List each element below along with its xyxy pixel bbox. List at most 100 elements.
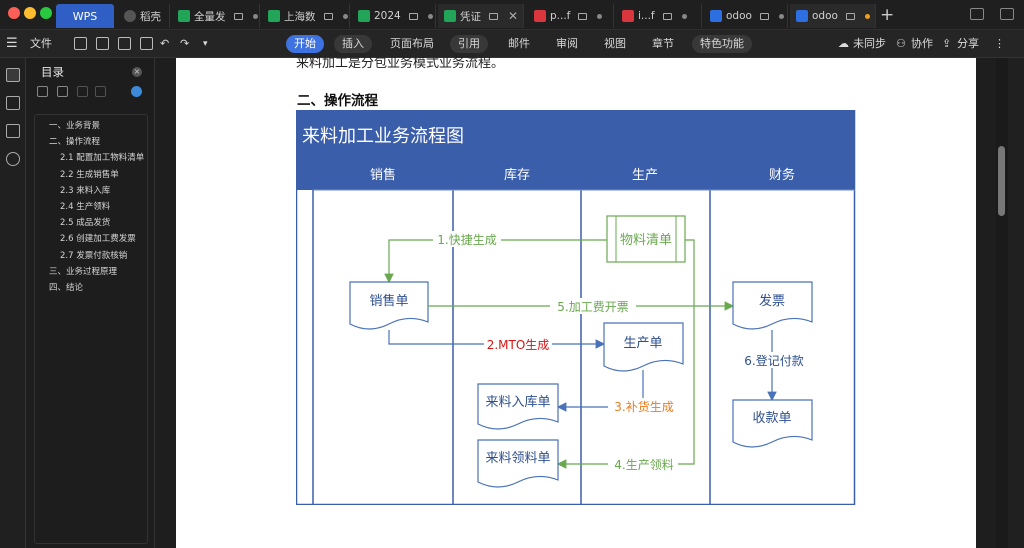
tab-label: p...f — [550, 10, 571, 22]
diagram-title: 来料加工业务流程图 — [302, 126, 464, 147]
new-tab-icon[interactable]: + — [880, 5, 894, 25]
tab-docer[interactable]: 稻壳 — [118, 4, 170, 28]
tab-sheet-3[interactable]: 2024 — [352, 4, 436, 28]
lane-inventory: 库存 — [504, 167, 530, 183]
unsaved-dot-icon — [864, 13, 870, 19]
tab-writer-1[interactable]: odoo — [704, 4, 788, 28]
section-heading: 二、操作流程 — [297, 93, 378, 109]
scrollbar-thumb[interactable] — [998, 146, 1005, 216]
window-layout-icon[interactable] — [970, 8, 984, 20]
toc-item[interactable]: 四、结论 — [35, 280, 147, 296]
docer-icon — [124, 10, 136, 22]
share-button[interactable]: 分享 — [957, 35, 979, 53]
ribbon-toolbar: ☰ 文件 ↶ ↷ ▾ 开始 插入 页面布局 引用 邮件 审阅 视图 章节 特色功… — [0, 30, 1024, 58]
close-window-button[interactable] — [8, 7, 20, 19]
toc-item[interactable]: 2.5 成品发货 — [35, 215, 147, 231]
tab-label: 稻壳 — [140, 10, 161, 23]
tab-review[interactable]: 审阅 — [548, 35, 586, 53]
writer-icon — [710, 10, 722, 22]
tab-mailings[interactable]: 邮件 — [500, 35, 538, 53]
redo-icon[interactable]: ↷ — [180, 35, 189, 53]
print-icon[interactable] — [118, 37, 131, 50]
sync-status[interactable]: 未同步 — [853, 35, 886, 53]
edge-6-label: 6.登记付款 — [744, 353, 803, 368]
lane-production: 生产 — [632, 168, 658, 183]
toc-item[interactable]: 2.6 创建加工费发票 — [35, 231, 147, 247]
toc-item[interactable]: 2.4 生产领料 — [35, 199, 147, 215]
edge-1-label: 1.快捷生成 — [437, 233, 496, 247]
bookmark-icon[interactable] — [6, 124, 20, 138]
edge-3-label: 3.补货生成 — [614, 399, 673, 414]
collab-user-icon: ⚇ — [896, 37, 906, 50]
toc-panel-icon[interactable] — [6, 68, 20, 82]
toc-item[interactable]: 2.1 配置加工物料清单 — [35, 150, 147, 166]
sheet-icon — [358, 10, 370, 22]
tab-pdf-1[interactable]: p...f — [528, 4, 614, 28]
sheet-icon — [444, 10, 456, 22]
node-sales-order-label: 销售单 — [369, 293, 408, 309]
unsaved-dot-icon — [342, 13, 348, 19]
undo-icon[interactable]: ↶ — [160, 35, 169, 53]
close-tab-icon[interactable]: ✕ — [508, 9, 518, 23]
chevron-down-icon[interactable]: ▾ — [203, 35, 208, 53]
tab-references[interactable]: 引用 — [450, 35, 488, 53]
hamburger-menu-icon[interactable]: ☰ — [6, 35, 18, 53]
format-painter-icon[interactable] — [96, 37, 109, 50]
close-icon[interactable]: × — [132, 67, 142, 77]
tab-special-features[interactable]: 特色功能 — [692, 35, 752, 53]
monitor-icon — [845, 12, 855, 20]
remove-heading-icon[interactable] — [95, 86, 106, 97]
expand-icon[interactable] — [37, 86, 48, 97]
add-heading-icon[interactable] — [77, 86, 88, 97]
window-grid-icon[interactable] — [1000, 8, 1014, 20]
toc-item[interactable]: 2.3 来料入库 — [35, 183, 147, 199]
lane-finance: 财务 — [769, 167, 795, 183]
more-options-icon[interactable]: ⋮ — [994, 35, 1005, 53]
eye-icon[interactable] — [131, 86, 142, 97]
tab-start[interactable]: 开始 — [286, 35, 324, 53]
toc-item[interactable]: 一、业务背景 — [35, 118, 147, 134]
tab-sheet-1[interactable]: 全量发 — [172, 4, 260, 28]
toc-item[interactable]: 三、业务过程原理 — [35, 264, 147, 280]
tab-sheet-4[interactable]: 凭证 ✕ — [438, 4, 524, 28]
lane-sales: 销售 — [370, 167, 396, 183]
pages-panel-icon[interactable] — [6, 96, 20, 110]
monitor-icon — [408, 12, 418, 20]
share-icon: ⇪ — [942, 37, 952, 50]
wps-home-tab[interactable]: WPS — [56, 4, 114, 28]
tab-insert[interactable]: 插入 — [334, 35, 372, 53]
document-canvas: 来料加工是分包业务模式业务流程。 二、操作流程 来料加工业务流程图 销售 库存 … — [156, 56, 996, 548]
node-payment-doc-label: 收款单 — [752, 411, 791, 426]
toc-item[interactable]: 二、操作流程 — [35, 134, 147, 150]
cloud-sync-icon: ☁ — [838, 37, 849, 50]
tab-label: 凭证 — [460, 10, 481, 23]
edge-2-label: 2.MTO生成 — [487, 338, 550, 352]
collapse-icon[interactable] — [57, 86, 68, 97]
save-icon[interactable] — [74, 37, 87, 50]
writer-icon — [796, 10, 808, 22]
tab-sheet-2[interactable]: 上海数 — [262, 4, 350, 28]
toc-item[interactable]: 2.2 生成销售单 — [35, 167, 147, 183]
print-preview-icon[interactable] — [140, 37, 153, 50]
unsaved-dot-icon — [681, 13, 687, 19]
edge-4-label: 4.生产领料 — [614, 458, 673, 472]
monitor-icon — [323, 12, 333, 20]
toc-item[interactable]: 2.7 发票付款核销 — [35, 248, 147, 264]
tab-pdf-2[interactable]: i...f — [616, 4, 702, 28]
search-icon[interactable] — [6, 152, 20, 166]
tab-view[interactable]: 视图 — [596, 35, 634, 53]
monitor-icon — [759, 12, 769, 20]
file-menu[interactable]: 文件 — [30, 35, 52, 53]
maximize-window-button[interactable] — [40, 7, 52, 19]
left-rail — [0, 58, 26, 548]
sheet-icon — [268, 10, 280, 22]
tab-chapter[interactable]: 章节 — [644, 35, 682, 53]
vertical-scrollbar[interactable] — [996, 58, 1008, 548]
tab-page-layout[interactable]: 页面布局 — [382, 35, 442, 53]
minimize-window-button[interactable] — [24, 7, 36, 19]
collab-button[interactable]: 协作 — [911, 35, 933, 53]
node-bom-label: 物料清单 — [620, 233, 672, 248]
tab-writer-2[interactable]: odoo — [790, 4, 876, 28]
right-sidebar — [1008, 58, 1024, 548]
tab-label: odoo — [726, 10, 752, 22]
